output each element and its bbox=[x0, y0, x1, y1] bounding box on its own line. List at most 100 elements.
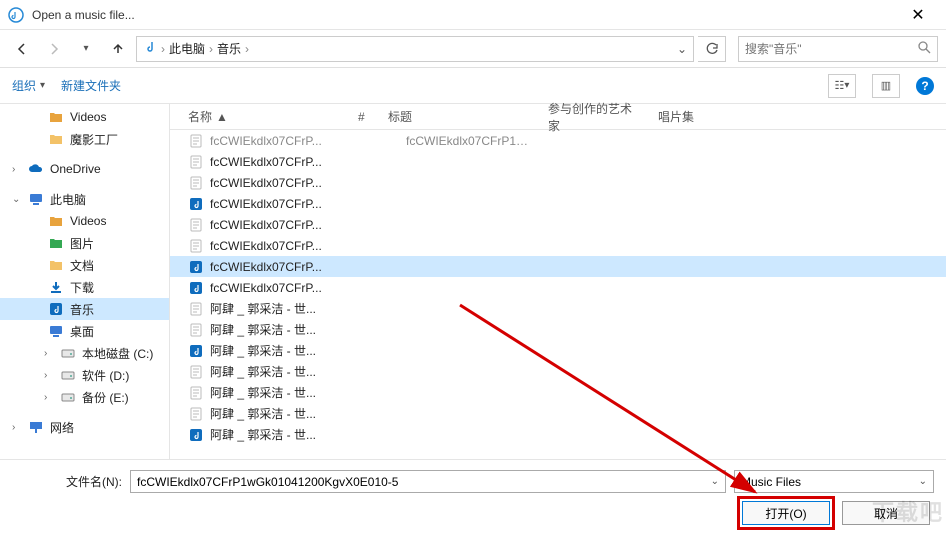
expand-icon[interactable]: › bbox=[44, 370, 54, 381]
doc-icon bbox=[188, 133, 204, 149]
file-row[interactable]: 阿肆 _ 郭采洁 - 世... bbox=[170, 340, 946, 361]
column-title[interactable]: 标题 bbox=[380, 108, 540, 125]
onedrive-icon bbox=[28, 161, 44, 177]
file-name: 阿肆 _ 郭采洁 - 世... bbox=[210, 321, 370, 338]
breadcrumb-sep: › bbox=[161, 42, 165, 56]
tree-label: 网络 bbox=[50, 419, 74, 436]
music-note-icon bbox=[143, 40, 157, 57]
tree-item[interactable]: Videos bbox=[0, 106, 169, 128]
address-bar[interactable]: › 此电脑 › 音乐 › ⌄ bbox=[136, 36, 694, 62]
breadcrumb-pc[interactable]: 此电脑 bbox=[169, 40, 205, 57]
tree-label: Videos bbox=[70, 110, 106, 124]
breadcrumb-music[interactable]: 音乐 bbox=[217, 40, 241, 57]
tree-item[interactable]: › 软件 (D:) bbox=[0, 364, 169, 386]
forward-button[interactable] bbox=[40, 35, 68, 63]
column-headers[interactable]: 名称▲ # 标题 参与创作的艺术家 唱片集 bbox=[170, 104, 946, 130]
folder-icon bbox=[48, 131, 64, 147]
file-list[interactable]: fcCWIEkdlx07CFrP...fcCWIEkdlx07CFrP1wGk.… bbox=[170, 130, 946, 459]
navigation-tree[interactable]: Videos魔影工厂›OneDrive⌄此电脑Videos图片文档下载音乐桌面›… bbox=[0, 104, 170, 459]
file-row[interactable]: fcCWIEkdlx07CFrP... bbox=[170, 277, 946, 298]
expand-icon[interactable]: › bbox=[12, 422, 22, 433]
doc-icon bbox=[188, 217, 204, 233]
search-icon[interactable] bbox=[918, 41, 931, 57]
column-name[interactable]: 名称▲ bbox=[180, 108, 350, 125]
tree-item[interactable]: 魔影工厂 bbox=[0, 128, 169, 150]
filter-dropdown-icon[interactable]: ⌄ bbox=[919, 476, 927, 487]
file-name: fcCWIEkdlx07CFrP... bbox=[210, 239, 370, 253]
tree-label: 备份 (E:) bbox=[82, 389, 129, 406]
tree-item[interactable]: 下载 bbox=[0, 276, 169, 298]
search-box[interactable] bbox=[738, 36, 938, 62]
filename-label: 文件名(N): bbox=[12, 473, 122, 490]
tree-item[interactable]: › 网络 bbox=[0, 416, 169, 438]
file-row[interactable]: 阿肆 _ 郭采洁 - 世... bbox=[170, 319, 946, 340]
music-icon bbox=[188, 259, 204, 275]
file-row[interactable]: 阿肆 _ 郭采洁 - 世... bbox=[170, 298, 946, 319]
view-mode-button[interactable]: ☷ ▾ bbox=[828, 74, 856, 98]
file-row[interactable]: fcCWIEkdlx07CFrP... bbox=[170, 172, 946, 193]
file-name: fcCWIEkdlx07CFrP... bbox=[210, 218, 370, 232]
file-row[interactable]: fcCWIEkdlx07CFrP... bbox=[170, 214, 946, 235]
expand-icon[interactable]: › bbox=[44, 392, 54, 403]
tree-item[interactable]: › 备份 (E:) bbox=[0, 386, 169, 408]
expand-icon[interactable]: › bbox=[12, 164, 22, 175]
tree-item[interactable]: 桌面 bbox=[0, 320, 169, 342]
cancel-button[interactable]: 取消 bbox=[842, 501, 930, 525]
file-name: fcCWIEkdlx07CFrP... bbox=[210, 260, 370, 274]
up-button[interactable] bbox=[104, 35, 132, 63]
address-dropdown[interactable]: ⌄ bbox=[677, 42, 687, 56]
doc-icon bbox=[188, 406, 204, 422]
tree-item[interactable]: ›OneDrive bbox=[0, 158, 169, 180]
column-album[interactable]: 唱片集 bbox=[650, 108, 750, 125]
column-artist[interactable]: 参与创作的艺术家 bbox=[540, 100, 650, 134]
file-name: fcCWIEkdlx07CFrP... bbox=[210, 281, 370, 295]
filename-dropdown-icon[interactable]: ⌄ bbox=[711, 476, 719, 487]
file-row[interactable]: 阿肆 _ 郭采洁 - 世... bbox=[170, 382, 946, 403]
desktop-icon bbox=[48, 323, 64, 339]
file-row[interactable]: 阿肆 _ 郭采洁 - 世... bbox=[170, 361, 946, 382]
file-row[interactable]: 阿肆 _ 郭采洁 - 世... bbox=[170, 424, 946, 445]
file-row[interactable]: 阿肆 _ 郭采洁 - 世... bbox=[170, 403, 946, 424]
tree-item[interactable]: 图片 bbox=[0, 232, 169, 254]
file-row[interactable]: fcCWIEkdlx07CFrP... bbox=[170, 235, 946, 256]
tree-label: 本地磁盘 (C:) bbox=[82, 345, 153, 362]
file-name: 阿肆 _ 郭采洁 - 世... bbox=[210, 342, 370, 359]
file-row[interactable]: fcCWIEkdlx07CFrP...fcCWIEkdlx07CFrP1wGk.… bbox=[170, 130, 946, 151]
music-icon bbox=[188, 196, 204, 212]
doc-icon bbox=[188, 364, 204, 380]
column-number[interactable]: # bbox=[350, 110, 380, 124]
tree-item[interactable]: › 本地磁盘 (C:) bbox=[0, 342, 169, 364]
file-row[interactable]: fcCWIEkdlx07CFrP... bbox=[170, 256, 946, 277]
search-input[interactable] bbox=[745, 42, 912, 56]
expand-icon[interactable]: ⌄ bbox=[12, 194, 22, 205]
tree-item[interactable]: ⌄ 此电脑 bbox=[0, 188, 169, 210]
back-button[interactable] bbox=[8, 35, 36, 63]
doc-icon bbox=[188, 301, 204, 317]
file-row[interactable]: fcCWIEkdlx07CFrP... bbox=[170, 151, 946, 172]
tree-label: 此电脑 bbox=[50, 191, 86, 208]
folder-video-icon bbox=[48, 109, 64, 125]
tree-label: 下载 bbox=[70, 279, 94, 296]
breadcrumb-sep: › bbox=[245, 42, 249, 56]
file-name: fcCWIEkdlx07CFrP... bbox=[210, 176, 370, 190]
pc-icon bbox=[28, 191, 44, 207]
open-button[interactable]: 打开(O) bbox=[742, 501, 830, 525]
new-folder-button[interactable]: 新建文件夹 bbox=[61, 77, 121, 94]
tree-item[interactable]: Videos bbox=[0, 210, 169, 232]
doc-icon bbox=[188, 385, 204, 401]
file-type-filter[interactable]: Music Files ⌄ bbox=[734, 470, 934, 493]
recent-dropdown[interactable]: ▾ bbox=[72, 35, 100, 63]
file-row[interactable]: fcCWIEkdlx07CFrP... bbox=[170, 193, 946, 214]
organize-button[interactable]: 组织▾ bbox=[12, 77, 45, 94]
expand-icon[interactable]: › bbox=[44, 348, 54, 359]
refresh-button[interactable] bbox=[698, 36, 726, 62]
tree-item[interactable]: 音乐 bbox=[0, 298, 169, 320]
preview-pane-button[interactable]: ▥ bbox=[872, 74, 900, 98]
tree-label: 魔影工厂 bbox=[70, 131, 118, 148]
close-button[interactable]: ✕ bbox=[898, 5, 938, 25]
tree-label: 软件 (D:) bbox=[82, 367, 129, 384]
filename-input[interactable]: fcCWIEkdlx07CFrP1wGk01041200KgvX0E010-5 … bbox=[130, 470, 726, 493]
help-button[interactable]: ? bbox=[916, 77, 934, 95]
file-name: 阿肆 _ 郭采洁 - 世... bbox=[210, 363, 370, 380]
tree-item[interactable]: 文档 bbox=[0, 254, 169, 276]
